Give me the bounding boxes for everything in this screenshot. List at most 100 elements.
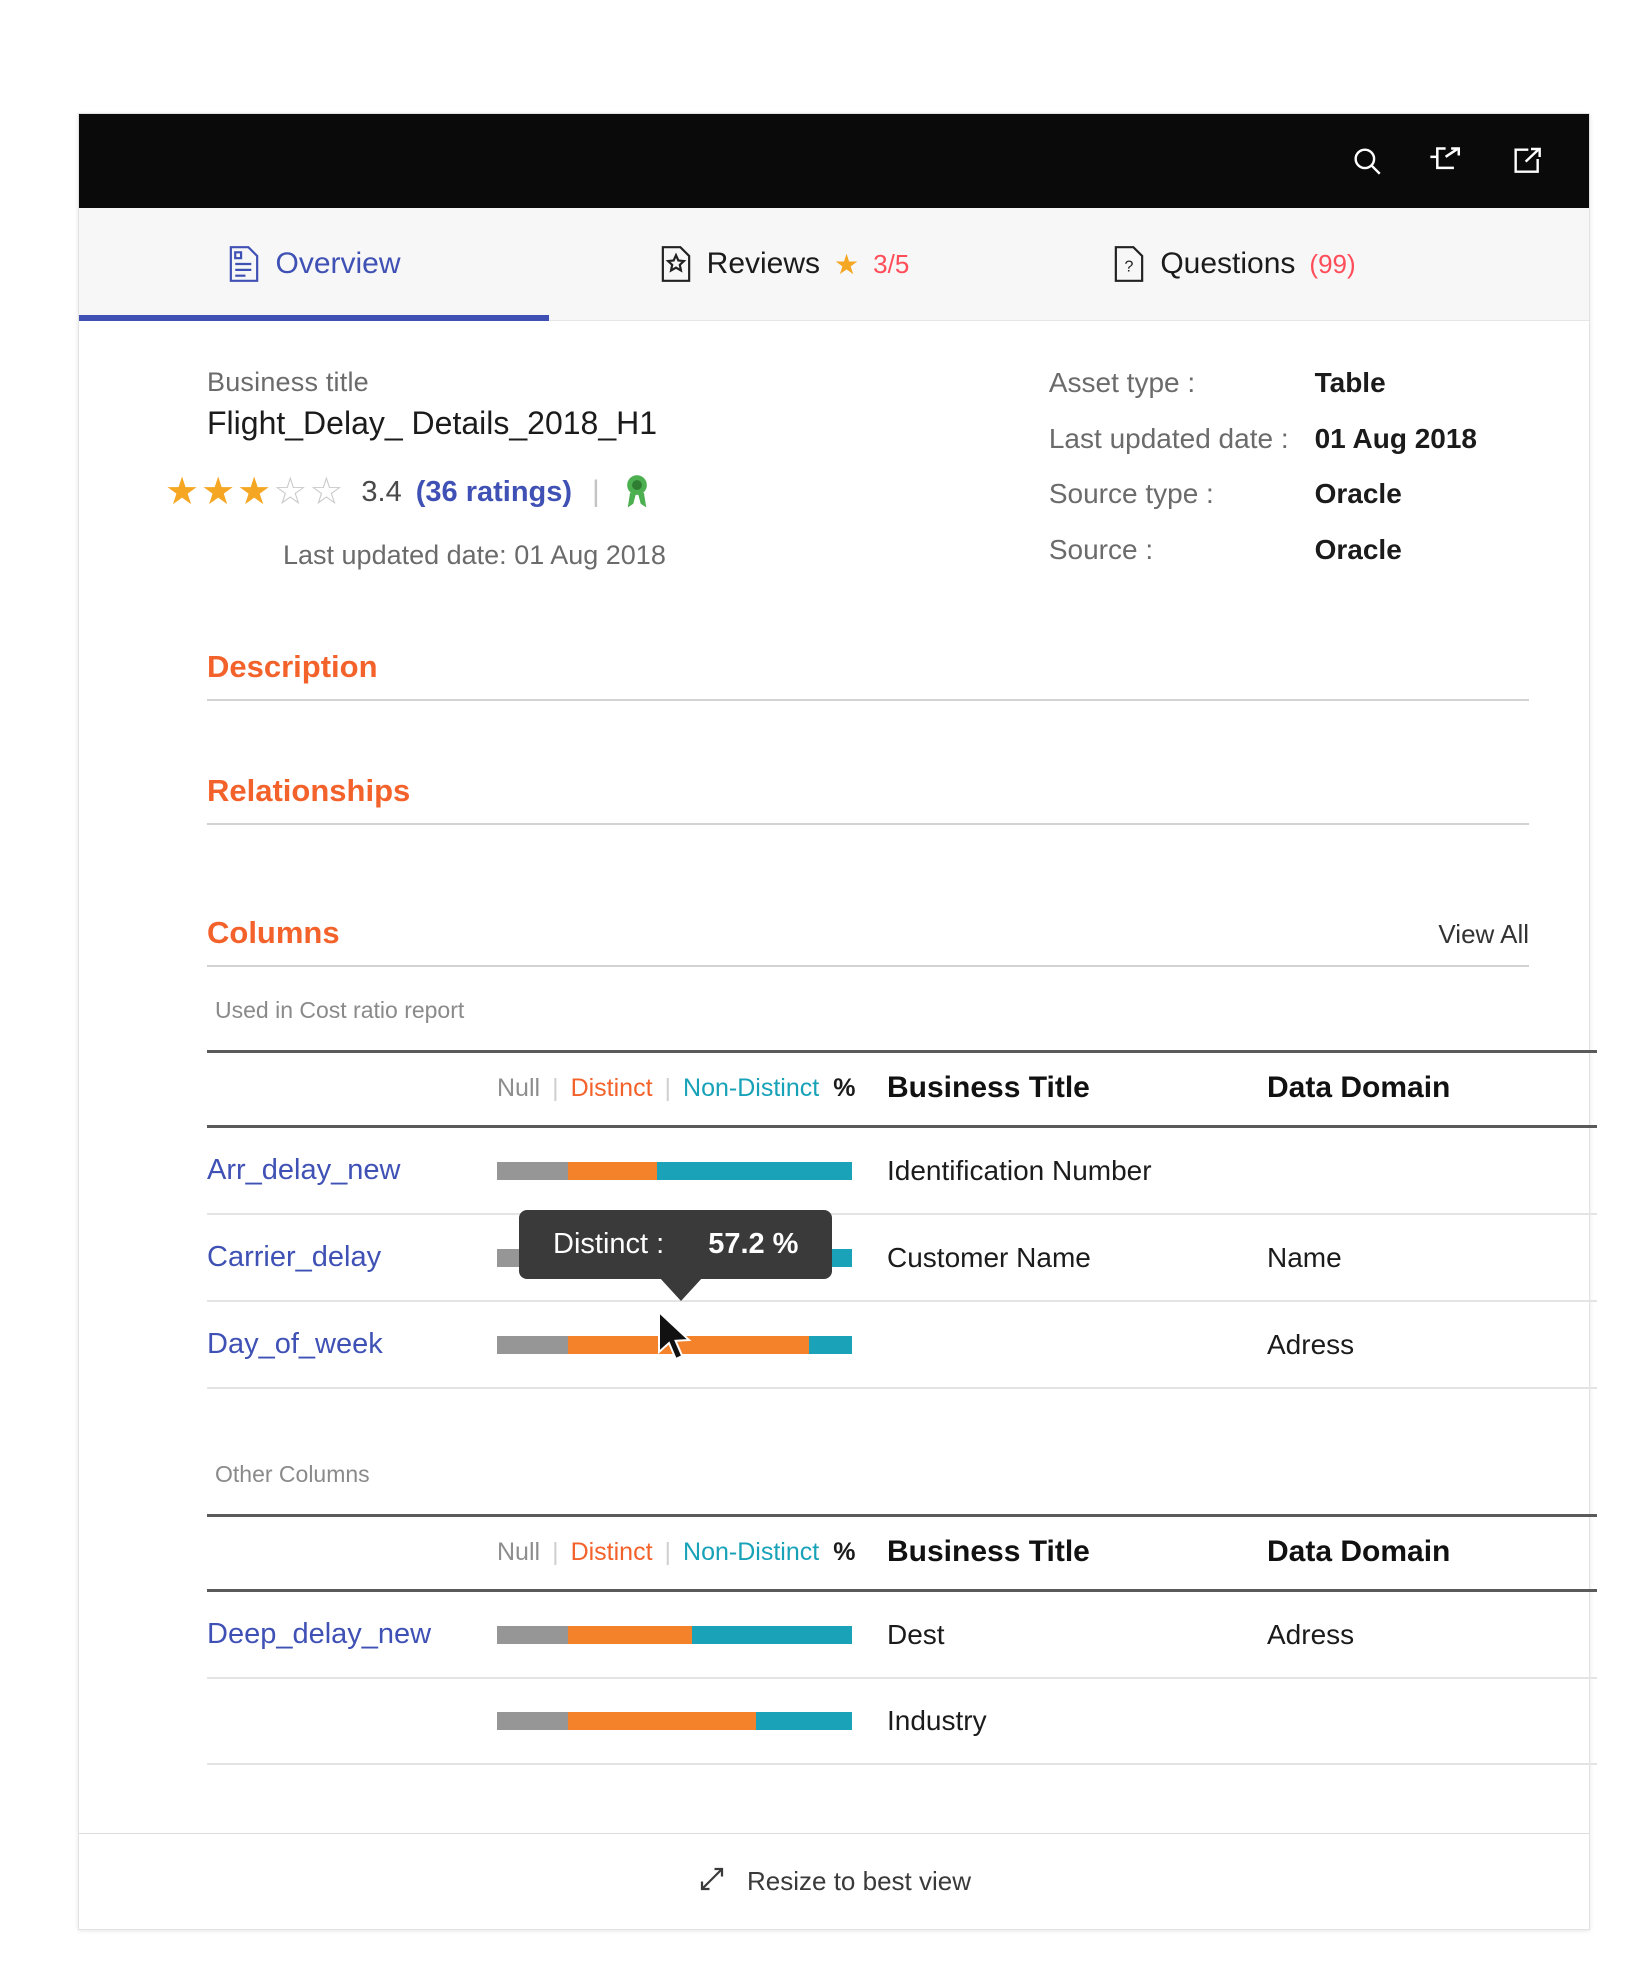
document-question-icon: ? xyxy=(1112,245,1146,283)
bar-segment-non-distinct xyxy=(692,1625,852,1644)
overview-content: Business title Flight_Delay_ Details_201… xyxy=(79,321,1597,1929)
table-row[interactable]: Deep_delay_new Dest Adress xyxy=(207,1590,1597,1679)
cell-business-title xyxy=(887,1301,1267,1389)
search-icon[interactable] xyxy=(1349,143,1385,179)
asset-metadata: Asset type : Table Last updated date : 0… xyxy=(1049,363,1529,571)
last-updated-inline: Last updated date: 01 Aug 2018 xyxy=(283,540,666,570)
document-star-icon xyxy=(659,245,693,283)
bar-segment-distinct[interactable] xyxy=(568,1161,657,1180)
bar-segment-null xyxy=(497,1335,568,1354)
bar-segment-null xyxy=(497,1161,568,1180)
asset-detail-card: Overview Reviews ★ 3/5 ? Questions (99) … xyxy=(78,113,1597,1930)
tooltip-value: 57.2 % xyxy=(708,1228,799,1260)
meta-value-asset-type: Table xyxy=(1314,367,1386,398)
bar-segment-null xyxy=(497,1712,568,1730)
svg-text:?: ? xyxy=(1125,257,1134,275)
distribution-bar[interactable] xyxy=(497,1712,852,1730)
star-filled-icon: ★ xyxy=(165,471,200,513)
table-header-row: Null | Distinct | Non-Distinct % Busines… xyxy=(207,1050,1597,1128)
cell-business-title: Dest xyxy=(887,1590,1267,1679)
meta-key-last-updated: Last updated date : xyxy=(1048,422,1289,454)
meta-key-source: Source : xyxy=(1048,533,1154,565)
legend-non-distinct: Non-Distinct xyxy=(683,1537,820,1566)
distribution-bar[interactable] xyxy=(497,1161,852,1180)
legend-distinct: Distinct xyxy=(570,1537,653,1566)
th-distribution-legend: Null | Distinct | Non-Distinct % xyxy=(497,1050,887,1128)
tab-questions-label: Questions xyxy=(1160,247,1296,280)
table-row[interactable]: Arr_delay_new Identification Number xyxy=(207,1126,1597,1215)
th-distribution-legend: Null | Distinct | Non-Distinct % xyxy=(497,1514,887,1592)
legend-divider: | xyxy=(664,1073,672,1102)
lineage-icon[interactable] xyxy=(1429,143,1465,179)
open-in-new-icon[interactable] xyxy=(1509,143,1545,179)
section-description-title[interactable]: Description xyxy=(207,649,1529,699)
star-empty-icon: ☆ xyxy=(309,471,344,513)
th-column-name xyxy=(207,1050,497,1128)
cell-data-domain: Adress xyxy=(1267,1590,1597,1679)
legend-percent: % xyxy=(833,1073,856,1102)
column-name-link[interactable]: Day_of_week xyxy=(207,1328,383,1360)
cell-data-domain xyxy=(1267,1678,1597,1765)
table-row[interactable]: Carrier_delay Customer Name Name xyxy=(207,1214,1597,1302)
star-icon: ★ xyxy=(834,248,860,280)
distribution-bar[interactable] xyxy=(497,1335,852,1354)
tab-overview-label: Overview xyxy=(275,247,401,280)
column-group-used-in-report: Used in Cost ratio report Null | Distinc… xyxy=(207,967,1597,1389)
resize-to-best-view-button[interactable]: Resize to best view xyxy=(79,1833,1589,1929)
legend-divider: | xyxy=(552,1073,559,1102)
asset-summary: Business title Flight_Delay_ Details_201… xyxy=(79,321,1589,571)
section-columns-title[interactable]: Columns xyxy=(207,915,340,965)
th-data-domain: Data Domain xyxy=(1267,1050,1597,1128)
bar-segment-non-distinct xyxy=(756,1712,852,1730)
cell-data-domain: Name xyxy=(1267,1214,1597,1302)
meta-key-asset-type: Asset type : xyxy=(1048,367,1196,398)
rating-row: ★ ★ ★ ☆ ☆ 3.4 (36 ratings) | xyxy=(165,472,666,512)
tab-reviews-label: Reviews xyxy=(706,247,821,280)
star-filled-icon: ★ xyxy=(237,471,272,513)
section-relationships-title[interactable]: Relationships xyxy=(207,773,1529,823)
meta-key-source-type: Source type : xyxy=(1048,478,1214,509)
bar-segment-distinct xyxy=(568,1625,693,1644)
table-header-row: Null | Distinct | Non-Distinct % Busines… xyxy=(207,1514,1597,1592)
table-row[interactable]: Industry xyxy=(207,1678,1597,1765)
meta-value-source-type: Oracle xyxy=(1314,478,1402,509)
group-label: Other Columns xyxy=(215,1461,370,1487)
table-row[interactable]: Day_of_week Adress xyxy=(207,1301,1597,1389)
bar-segment-distinct xyxy=(568,1712,757,1730)
cell-data-domain xyxy=(1267,1126,1597,1215)
legend-null: Null xyxy=(497,1073,541,1102)
columns-table-group-2: Null | Distinct | Non-Distinct % Busines… xyxy=(207,1514,1597,1765)
resize-diagonal-icon xyxy=(697,1864,727,1899)
tab-bar: Overview Reviews ★ 3/5 ? Questions (99) xyxy=(79,208,1589,321)
legend-divider: | xyxy=(552,1537,559,1566)
cell-data-domain: Adress xyxy=(1267,1301,1597,1389)
rating-value: 3.4 xyxy=(361,475,402,508)
column-name-link[interactable]: Deep_delay_new xyxy=(207,1618,431,1650)
view-all-link[interactable]: View All xyxy=(1438,919,1529,964)
cell-business-title: Customer Name xyxy=(887,1214,1267,1302)
tab-questions[interactable]: ? Questions (99) xyxy=(1019,208,1449,320)
legend-null: Null xyxy=(497,1537,541,1566)
legend-percent: % xyxy=(833,1537,856,1566)
tab-reviews[interactable]: Reviews ★ 3/5 xyxy=(549,208,1019,320)
section-columns: Columns View All xyxy=(207,915,1529,967)
award-badge-icon xyxy=(620,472,654,512)
tab-overview[interactable]: Overview xyxy=(79,208,549,321)
rating-count-link[interactable]: (36 ratings) xyxy=(416,476,572,509)
bar-segment-non-distinct xyxy=(656,1161,852,1180)
distinct-tooltip: Distinct : 57.2 % xyxy=(519,1210,833,1301)
column-name-link[interactable]: Arr_delay_new xyxy=(207,1154,400,1186)
cell-business-title: Identification Number xyxy=(887,1126,1267,1215)
th-data-domain: Data Domain xyxy=(1267,1514,1597,1592)
document-lines-icon xyxy=(227,245,261,283)
legend-distinct: Distinct xyxy=(570,1073,653,1102)
column-name-link[interactable]: Carrier_delay xyxy=(207,1241,381,1273)
distribution-bar[interactable] xyxy=(497,1625,852,1644)
th-business-title: Business Title xyxy=(887,1050,1267,1128)
bar-segment-distinct xyxy=(568,1335,810,1354)
bar-segment-non-distinct xyxy=(809,1335,852,1354)
tooltip-label: Distinct : xyxy=(553,1228,665,1260)
rating-stars[interactable]: ★ ★ ★ ☆ ☆ xyxy=(165,473,343,511)
meta-value-last-updated: 01 Aug 2018 xyxy=(1314,422,1477,454)
th-column-name xyxy=(207,1514,497,1592)
